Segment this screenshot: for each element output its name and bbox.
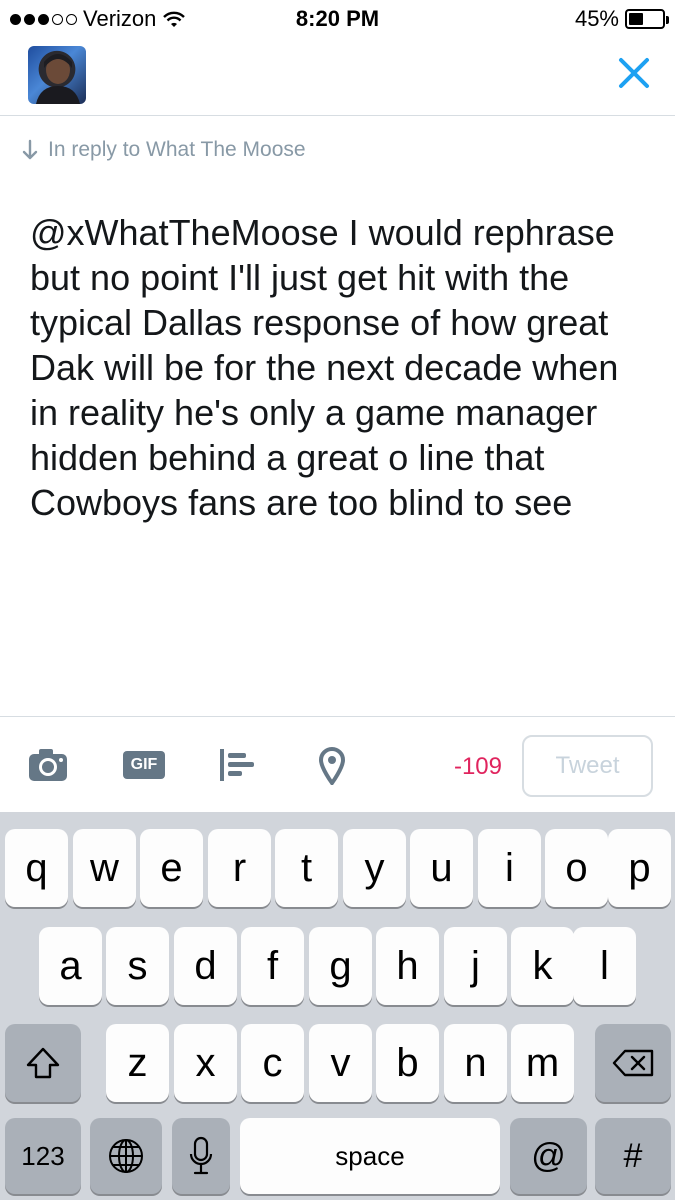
reply-label: In reply to What The Moose <box>48 138 306 161</box>
tweet-button[interactable]: Tweet <box>522 735 653 797</box>
battery-icon <box>625 9 669 29</box>
gif-label: GIF <box>130 756 158 773</box>
key-s[interactable]: s <box>106 927 169 1005</box>
compose-toolbar: GIF -109 Tweet <box>0 716 675 812</box>
key-u[interactable]: u <box>410 829 473 907</box>
microphone-icon <box>189 1136 213 1175</box>
status-bar: Verizon 8:20 PM 45% <box>0 0 675 38</box>
key-i[interactable]: i <box>478 829 541 907</box>
status-time: 8:20 PM <box>295 6 380 31</box>
space-key[interactable]: space <box>240 1118 500 1194</box>
avatar[interactable] <box>28 46 86 104</box>
key-r[interactable]: r <box>208 829 271 907</box>
tweet-compose-field[interactable]: @xWhatTheMoose I would rephrase but no p… <box>30 210 650 525</box>
key-h[interactable]: h <box>376 927 439 1005</box>
numbers-key[interactable]: 123 <box>5 1118 81 1194</box>
at-key[interactable]: @ <box>510 1118 587 1194</box>
poll-icon[interactable] <box>218 747 258 783</box>
dictation-key[interactable] <box>172 1118 230 1194</box>
globe-icon <box>109 1139 143 1173</box>
key-g[interactable]: g <box>309 927 372 1005</box>
key-t[interactable]: t <box>275 829 338 907</box>
close-icon[interactable] <box>615 54 653 92</box>
key-q[interactable]: q <box>5 829 68 907</box>
key-l[interactable]: l <box>573 927 636 1005</box>
shift-key[interactable] <box>5 1024 81 1102</box>
key-e[interactable]: e <box>140 829 203 907</box>
backspace-key[interactable] <box>595 1024 671 1102</box>
character-counter: -109 <box>453 753 502 780</box>
in-reply-to: In reply to What The Moose <box>22 138 306 162</box>
key-d[interactable]: d <box>174 927 237 1005</box>
key-w[interactable]: w <box>73 829 136 907</box>
key-x[interactable]: x <box>174 1024 237 1102</box>
key-n[interactable]: n <box>444 1024 507 1102</box>
key-f[interactable]: f <box>241 927 304 1005</box>
key-o[interactable]: o <box>545 829 608 907</box>
key-j[interactable]: j <box>444 927 507 1005</box>
status-right: 45% <box>574 6 669 32</box>
arrow-down-icon <box>22 139 38 160</box>
key-k[interactable]: k <box>511 927 574 1005</box>
avatar-image <box>36 54 80 104</box>
key-z[interactable]: z <box>106 1024 169 1102</box>
keyboard: q w e r t y u i o p a s d f g h j k l z … <box>0 812 675 1200</box>
key-b[interactable]: b <box>376 1024 439 1102</box>
shift-icon <box>26 1047 60 1079</box>
gif-icon[interactable]: GIF <box>123 751 165 779</box>
key-c[interactable]: c <box>241 1024 304 1102</box>
compose-header <box>0 38 675 116</box>
camera-icon[interactable] <box>27 747 69 783</box>
key-v[interactable]: v <box>309 1024 372 1102</box>
location-pin-icon[interactable] <box>318 747 346 785</box>
battery-fill <box>629 13 644 25</box>
battery-percent: 45% <box>574 6 619 31</box>
key-y[interactable]: y <box>343 829 406 907</box>
key-a[interactable]: a <box>39 927 102 1005</box>
key-m[interactable]: m <box>511 1024 574 1102</box>
hash-key[interactable]: # <box>595 1118 671 1194</box>
key-p[interactable]: p <box>608 829 671 907</box>
backspace-icon <box>612 1049 654 1077</box>
globe-key[interactable] <box>90 1118 162 1194</box>
